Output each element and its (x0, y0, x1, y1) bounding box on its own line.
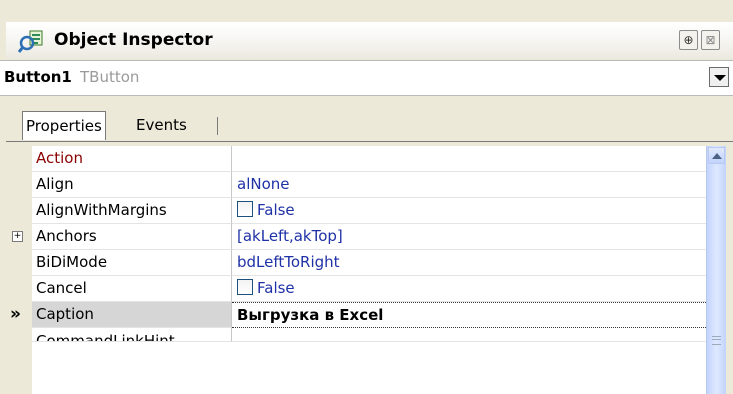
property-value[interactable]: [akLeft,akTop] (232, 224, 706, 250)
property-row-anchors[interactable]: + Anchors [akLeft,akTop] (12, 224, 706, 250)
property-value[interactable] (232, 328, 706, 342)
object-type: TButton (80, 68, 140, 86)
scroll-grip-icon (712, 336, 721, 345)
inspector-tabs: Properties Events (0, 105, 733, 141)
property-name: Cancel (32, 276, 232, 302)
top-strip (0, 0, 733, 22)
object-inspector-icon (18, 30, 43, 53)
property-name: Align (32, 172, 232, 198)
property-row-commandlinkhint[interactable]: CommandLinkHint (32, 328, 706, 354)
tab-separator (217, 117, 218, 135)
window-title: Object Inspector (54, 30, 213, 50)
property-name: Caption (32, 302, 232, 328)
property-value-checkbox[interactable]: False (232, 276, 706, 302)
property-row-alignwithmargins[interactable]: AlignWithMargins False (32, 198, 706, 224)
property-value[interactable]: alNone (232, 172, 706, 198)
property-row-bidimode[interactable]: BiDiMode bdLeftToRight (32, 250, 706, 276)
property-value-checkbox[interactable]: False (232, 198, 706, 224)
property-name: Anchors (32, 224, 232, 250)
vertical-scrollbar[interactable] (706, 146, 726, 394)
scroll-up-button[interactable] (708, 147, 725, 164)
object-name: Button1 (4, 68, 72, 86)
selected-row-marker-icon: » (10, 304, 21, 324)
property-value[interactable]: bdLeftToRight (232, 250, 706, 276)
object-dropdown-button[interactable] (709, 67, 729, 87)
property-grid: Action Align alNone AlignWithMargins Fal… (8, 146, 706, 394)
expand-plus-icon[interactable]: + (12, 231, 23, 242)
checkbox[interactable] (237, 201, 253, 217)
property-row-align[interactable]: Align alNone (32, 172, 706, 198)
property-name: AlignWithMargins (32, 198, 232, 224)
object-selector[interactable]: Button1 TButton (0, 60, 733, 96)
close-button[interactable]: ⊠ (701, 30, 720, 50)
property-name: CommandLinkHint (32, 328, 232, 342)
property-value[interactable]: Выгрузка в Excel (232, 302, 706, 328)
property-row-action[interactable]: Action (32, 146, 706, 172)
pin-button[interactable]: ⊕ (679, 30, 698, 50)
property-row-cancel[interactable]: Cancel False (32, 276, 706, 302)
checkbox-label: False (257, 201, 295, 219)
title-bar[interactable]: Object Inspector ⊕ ⊠ (6, 22, 733, 59)
property-name: BiDiMode (32, 250, 232, 276)
property-row-caption[interactable]: » Caption Выгрузка в Excel (10, 302, 706, 328)
checkbox-label: False (257, 279, 295, 297)
tab-underline (6, 141, 733, 142)
property-value[interactable] (232, 146, 706, 172)
tab-events[interactable]: Events (132, 111, 191, 139)
tab-properties[interactable]: Properties (22, 111, 106, 140)
checkbox[interactable] (237, 279, 253, 295)
right-edge (726, 146, 733, 394)
property-name: Action (32, 146, 232, 172)
grid-gutter (8, 146, 32, 394)
